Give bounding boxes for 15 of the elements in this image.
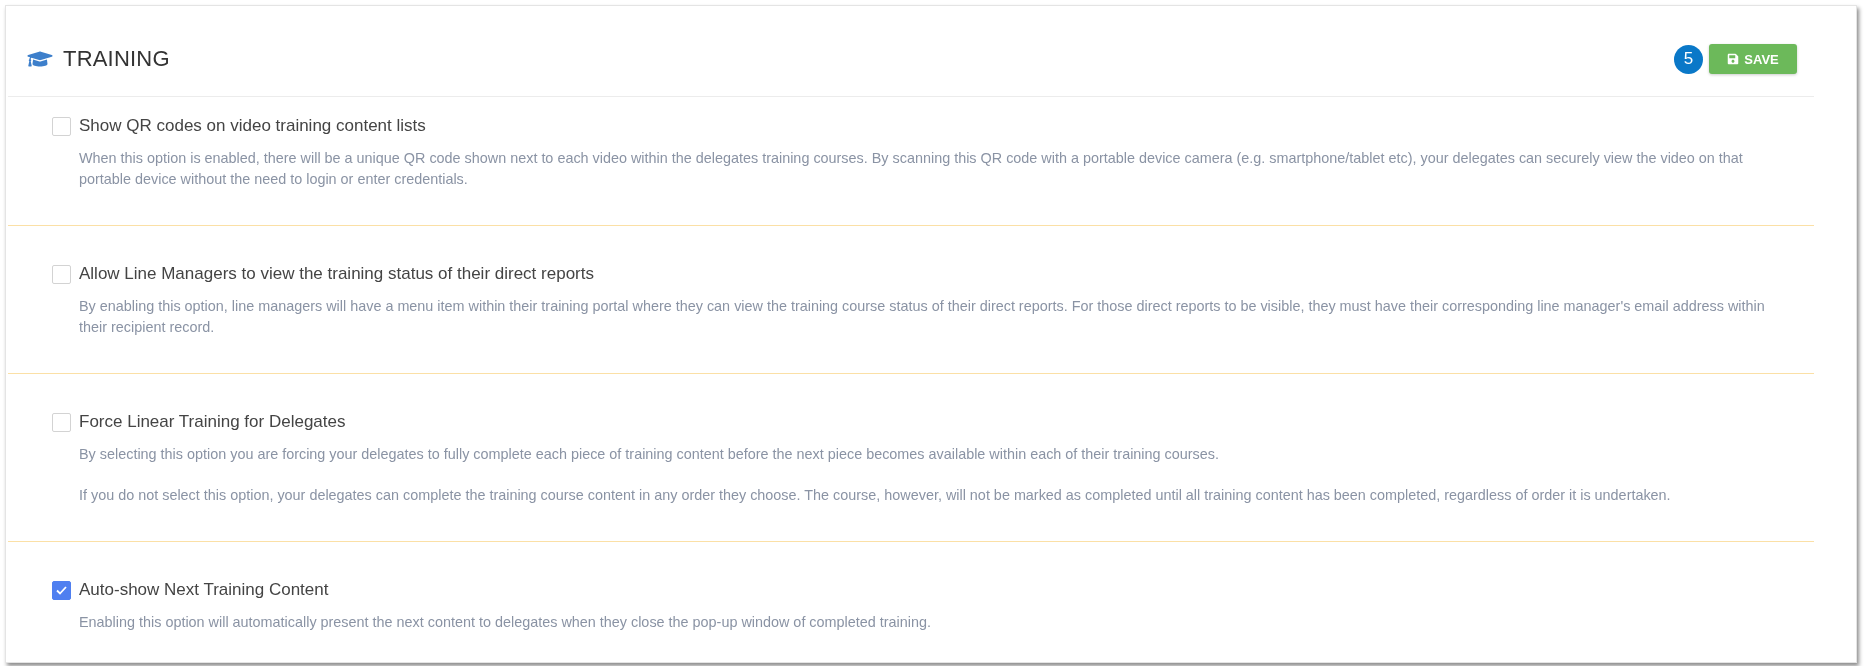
graduation-cap-icon [27,49,53,69]
option-description: By selecting this option you are forcing your delegates to fully complete each piece of training content before the next piece becomes available within each of their training courses. [79,445,1220,464]
page-title: TRAINING [63,46,170,72]
count-badge: 5 [1674,44,1703,74]
option-description: If you do not select this option, your delegates can complete the training course content in any order they choose. The course, however, will not be marked as completed until all training content has been completed, regardless of order it is undertaken. [79,486,1672,505]
option-label: Force Linear Training for Delegates [79,412,346,432]
option-description: By enabling this option, line managers will have a menu item within their training portal where they can view the training course status of their direct reports. For those direct reports to be visible, they must have their corresponding line manager's email address within their recipient record. [79,297,1766,337]
checkbox[interactable] [52,580,71,600]
option-label: Auto-show Next Training Content [79,580,329,600]
option-label: Allow Line Managers to view the training status of their direct reports [79,264,594,284]
option-description: Enabling this option will automatically present the next content to delegates when they close the pop-up window of completed training. [79,613,932,632]
option-label: Show QR codes on video training content lists [79,116,426,136]
save-button[interactable]: SAVE [1709,44,1797,74]
option-description: When this option is enabled, there will be a unique QR code shown next to each video within the delegates training courses. By scanning this QR code with a portable device camera (e.g. smartphone/tablet etc), your delegates can securely view the video on that portable device without the need to login or enter credentials. [79,149,1744,189]
check-icon [56,585,67,595]
